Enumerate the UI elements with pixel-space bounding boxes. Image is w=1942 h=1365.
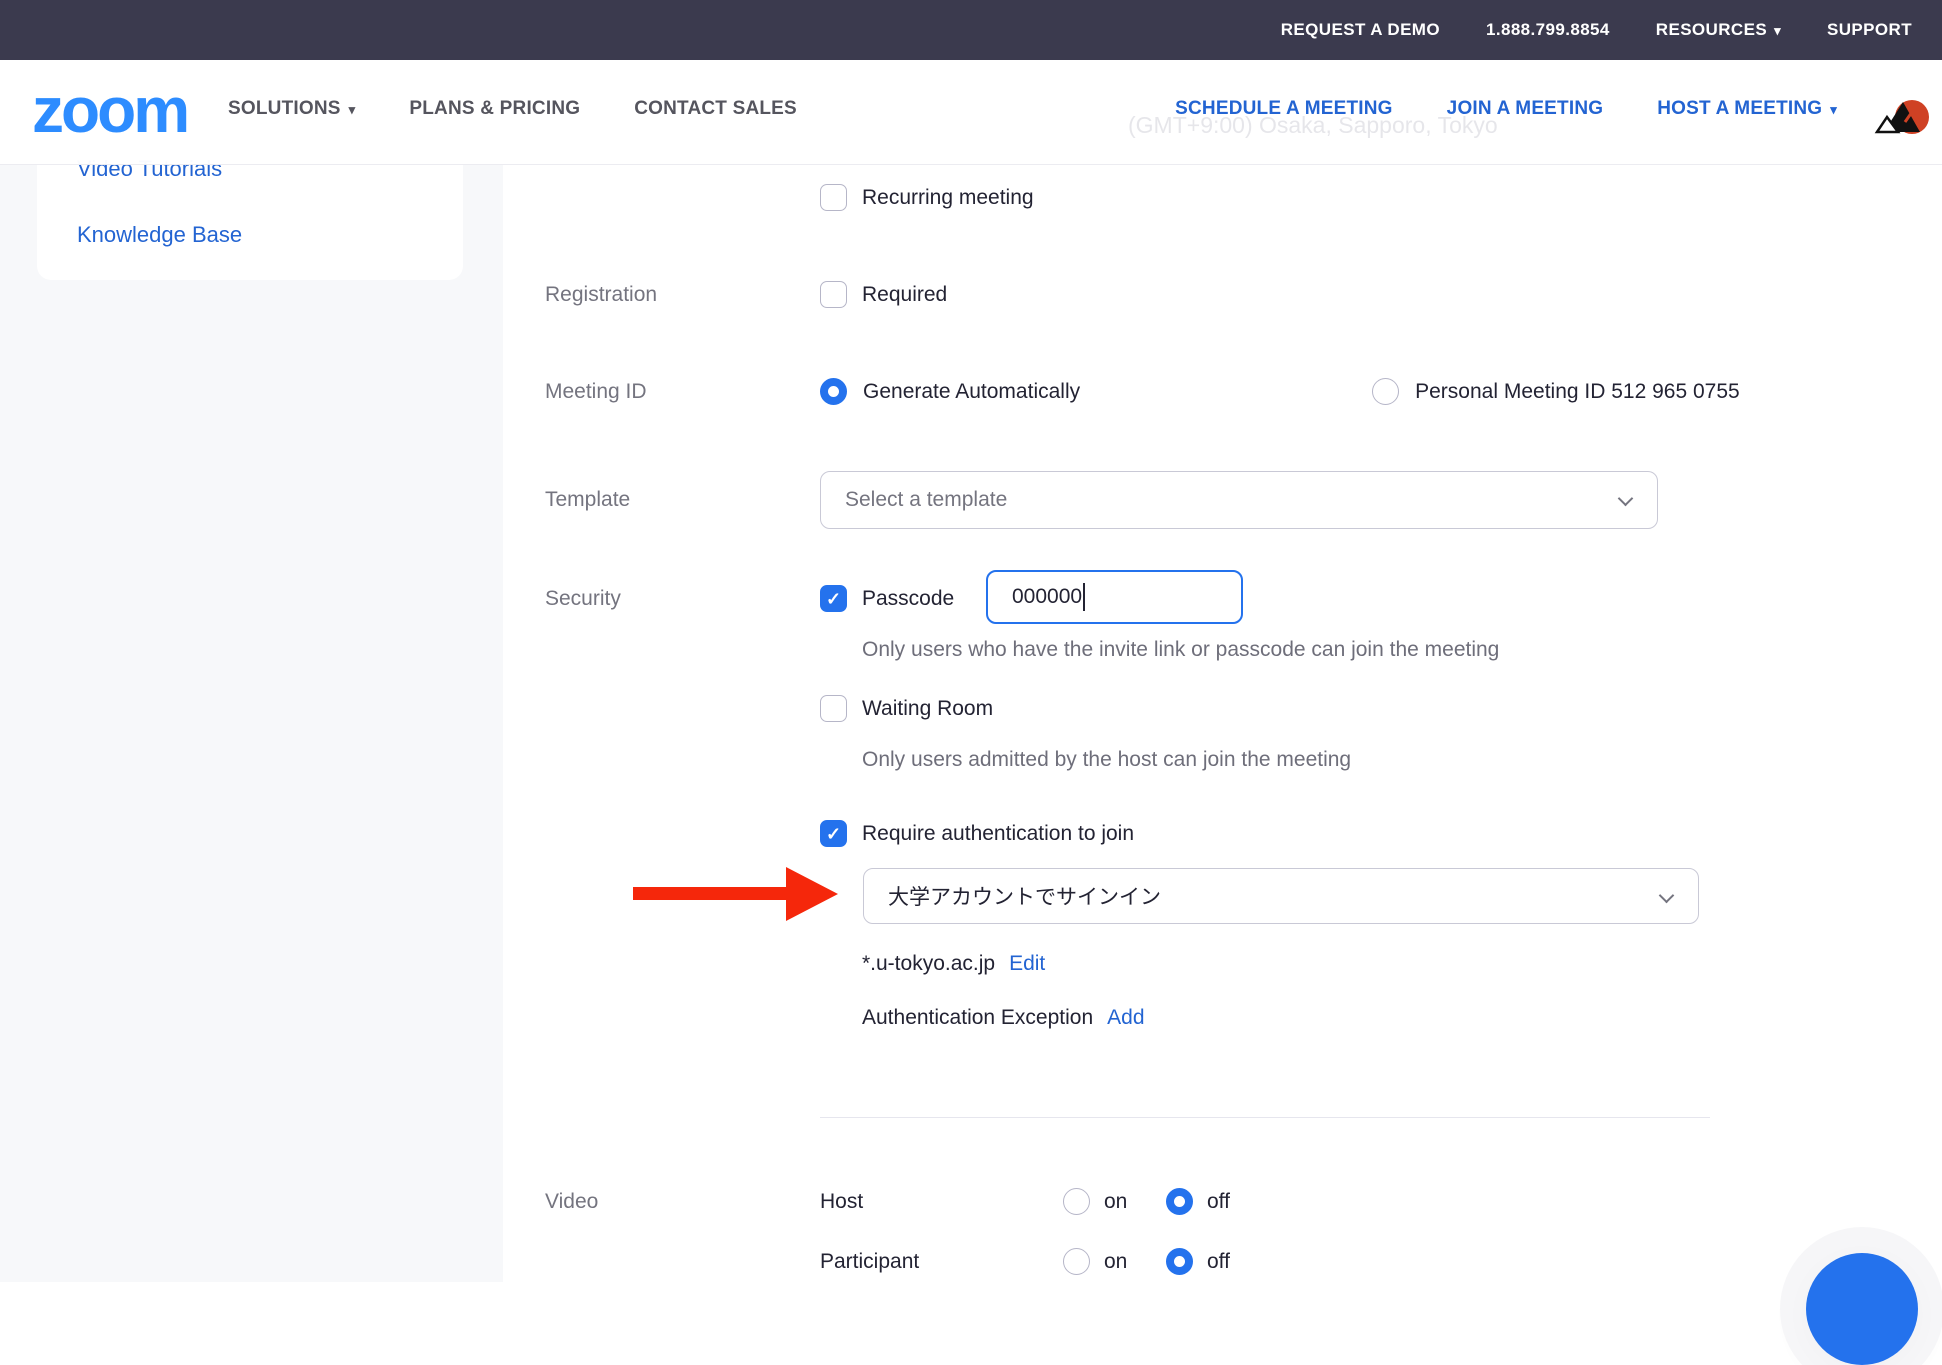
schedule-meeting-link[interactable]: SCHEDULE A MEETING <box>1175 98 1393 120</box>
annotation-arrow-shaft <box>633 887 793 900</box>
passcode-label: Passcode <box>862 587 954 611</box>
top-utility-bar: REQUEST A DEMO 1.888.799.8854 RESOURCES … <box>0 0 1942 60</box>
profile-avatar[interactable] <box>1874 90 1930 138</box>
section-divider <box>820 1117 1710 1118</box>
video-participant-on-label: on <box>1104 1250 1166 1274</box>
caret-down-icon: ▾ <box>349 103 356 116</box>
require-auth-row: Require authentication to join <box>820 820 1134 847</box>
auth-domain-edit-link[interactable]: Edit <box>1009 952 1045 976</box>
chevron-down-icon <box>1618 491 1634 507</box>
nav-actions: SCHEDULE A MEETING JOIN A MEETING HOST A… <box>1175 98 1837 120</box>
avatar-mountain-image <box>1874 90 1930 138</box>
join-meeting-link[interactable]: JOIN A MEETING <box>1447 98 1604 120</box>
nav-plans-pricing[interactable]: PLANS & PRICING <box>409 98 580 120</box>
passcode-input[interactable]: 000000 <box>986 570 1243 624</box>
require-auth-label: Require authentication to join <box>862 822 1134 846</box>
meeting-id-personal-radio[interactable] <box>1372 378 1399 405</box>
template-label: Template <box>545 488 630 512</box>
sidebar-help-card: Video Tutorials Knowledge Base <box>37 150 463 280</box>
passcode-value: 000000 <box>1012 585 1082 609</box>
host-meeting-menu[interactable]: HOST A MEETING ▾ <box>1657 98 1837 120</box>
auth-exception-add-link[interactable]: Add <box>1107 1006 1144 1030</box>
resources-label: RESOURCES <box>1656 20 1767 40</box>
meeting-id-row: Generate Automatically Personal Meeting … <box>820 378 1740 405</box>
video-participant-label: Participant <box>820 1250 1063 1274</box>
meeting-id-label: Meeting ID <box>545 380 647 404</box>
request-demo-link[interactable]: REQUEST A DEMO <box>1281 20 1440 40</box>
meeting-id-generate-radio[interactable] <box>820 378 847 405</box>
meeting-id-generate-label: Generate Automatically <box>863 380 1080 404</box>
video-host-on-radio[interactable] <box>1063 1188 1090 1215</box>
video-host-off-label: off <box>1207 1190 1230 1214</box>
annotation-arrow-icon <box>786 867 838 921</box>
auth-exception-row: Authentication Exception Add <box>862 1006 1145 1030</box>
main-navbar: (GMT+9:00) Osaka, Sapporo, Tokyo zoom SO… <box>0 60 1942 165</box>
text-cursor <box>1083 583 1085 611</box>
passcode-help-row: Only users who have the invite link or p… <box>862 638 1499 662</box>
help-fab-button[interactable] <box>1806 1253 1918 1365</box>
auth-method-select[interactable]: 大学アカウントでサインイン <box>863 868 1699 924</box>
video-label: Video <box>545 1190 598 1214</box>
video-participant-on-radio[interactable] <box>1063 1248 1090 1275</box>
recurring-meeting-row: Recurring meeting <box>820 184 1034 211</box>
registration-required-label: Required <box>862 283 947 307</box>
nav-contact-sales[interactable]: CONTACT SALES <box>634 98 797 120</box>
video-participant-off-radio[interactable] <box>1166 1248 1193 1275</box>
registration-label: Registration <box>545 283 657 307</box>
zoom-logo[interactable]: zoom <box>32 78 187 142</box>
waiting-room-label: Waiting Room <box>862 697 993 721</box>
template-select[interactable]: Select a template <box>820 471 1658 529</box>
passcode-checkbox[interactable] <box>820 585 847 612</box>
video-participant-row: Participant on off <box>820 1248 1230 1275</box>
nav-solutions[interactable]: SOLUTIONS ▾ <box>228 98 355 120</box>
video-host-label: Host <box>820 1190 1063 1214</box>
chevron-down-icon <box>1659 888 1675 904</box>
require-auth-checkbox[interactable] <box>820 820 847 847</box>
recurring-meeting-label: Recurring meeting <box>862 186 1034 210</box>
waiting-room-row: Waiting Room <box>820 695 993 722</box>
caret-down-icon: ▾ <box>1830 103 1837 116</box>
registration-required-checkbox[interactable] <box>820 281 847 308</box>
left-panel <box>0 165 503 1282</box>
waiting-room-help-text: Only users admitted by the host can join… <box>862 748 1351 772</box>
resources-menu[interactable]: RESOURCES ▾ <box>1656 20 1781 40</box>
waiting-room-checkbox[interactable] <box>820 695 847 722</box>
host-meeting-label: HOST A MEETING <box>1657 98 1822 120</box>
passcode-help-text: Only users who have the invite link or p… <box>862 638 1499 662</box>
video-host-on-label: on <box>1104 1190 1166 1214</box>
template-select-value: Select a template <box>845 488 1007 512</box>
auth-domain-value: *.u-tokyo.ac.jp <box>862 952 995 976</box>
meeting-id-personal-label: Personal Meeting ID 512 965 0755 <box>1415 380 1740 404</box>
auth-exception-label: Authentication Exception <box>862 1006 1093 1030</box>
video-participant-off-label: off <box>1207 1250 1230 1274</box>
registration-row: Required <box>820 281 947 308</box>
auth-domain-row: *.u-tokyo.ac.jp Edit <box>862 952 1045 976</box>
sidebar-item-knowledge-base[interactable]: Knowledge Base <box>77 222 242 248</box>
video-host-row: Host on off <box>820 1188 1230 1215</box>
nav-menu: SOLUTIONS ▾ PLANS & PRICING CONTACT SALE… <box>228 98 797 120</box>
caret-down-icon: ▾ <box>1774 24 1781 37</box>
security-label: Security <box>545 587 621 611</box>
video-host-off-radio[interactable] <box>1166 1188 1193 1215</box>
passcode-row: Passcode <box>820 585 954 612</box>
support-link[interactable]: SUPPORT <box>1827 20 1912 40</box>
recurring-meeting-checkbox[interactable] <box>820 184 847 211</box>
waiting-room-help-row: Only users admitted by the host can join… <box>862 748 1351 772</box>
nav-solutions-label: SOLUTIONS <box>228 98 341 120</box>
phone-number[interactable]: 1.888.799.8854 <box>1486 20 1610 40</box>
auth-method-value: 大学アカウントでサインイン <box>888 881 1161 911</box>
